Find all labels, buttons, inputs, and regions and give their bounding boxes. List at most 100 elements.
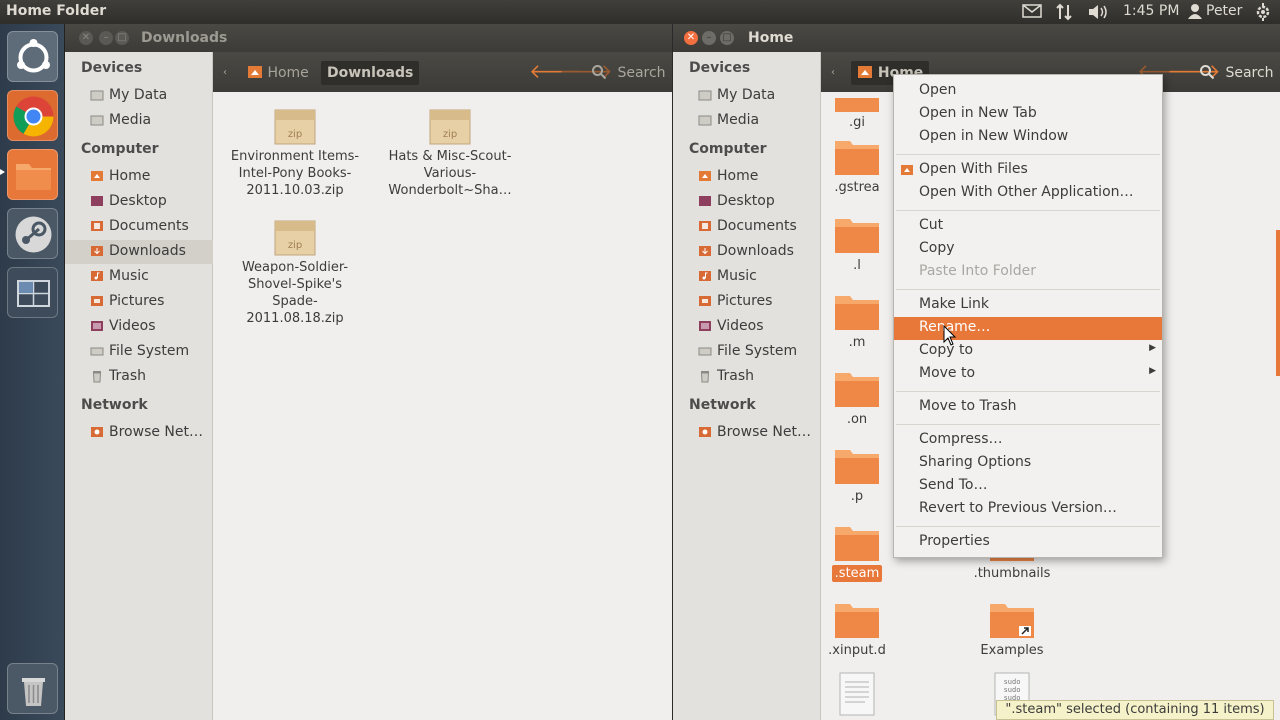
folder-icon	[835, 450, 879, 484]
menu-item-label: Cut	[919, 217, 944, 233]
sidebar-item-label: Trash	[109, 368, 146, 384]
menu-item-label: Move to Trash	[919, 398, 1017, 414]
menu-item-copy[interactable]: Copy	[894, 238, 1162, 261]
home-folder-icon	[91, 171, 103, 181]
drive-icon	[698, 115, 712, 126]
file-item[interactable]: zip Weapon-Soldier-Shovel-Spike's Spade-…	[225, 217, 365, 327]
menu-item-compress[interactable]: Compress…	[894, 429, 1162, 452]
user-name[interactable]: Peter	[1206, 3, 1242, 19]
window-titlebar[interactable]: ✕ – □ Home	[673, 24, 1280, 52]
launcher	[0, 24, 65, 720]
sidebar-item-label: Documents	[717, 218, 797, 234]
sidebar-item-downloads[interactable]: Downloads	[65, 240, 213, 264]
sidebar-item-desktop[interactable]: Desktop	[65, 190, 213, 214]
close-icon[interactable]: ✕	[684, 31, 698, 45]
menu-item-revert-version[interactable]: Revert to Previous Version…	[894, 498, 1162, 521]
menu-item-label: Open With Files	[919, 161, 1028, 177]
maximize-icon[interactable]: □	[115, 31, 129, 45]
svg-text:sudo: sudo	[1004, 678, 1021, 686]
menu-item-properties[interactable]: Properties	[894, 531, 1162, 554]
minimize-icon[interactable]: –	[702, 31, 716, 45]
window-titlebar[interactable]: ✕ – □ Downloads	[65, 24, 672, 52]
crumb-scroll-left-icon[interactable]: ‹	[831, 61, 835, 85]
menu-item-move-to[interactable]: Move to ▶	[894, 363, 1162, 386]
menu-item-make-link[interactable]: Make Link	[894, 294, 1162, 317]
folder-item[interactable]: .xinput.d	[787, 600, 927, 659]
downloads-folder-icon	[699, 246, 711, 256]
file-item[interactable]: zip Hats & Misc-Scout-Various-Wonderbolt…	[380, 106, 520, 199]
pictures-folder-icon	[91, 296, 103, 306]
workspace-switcher-icon[interactable]	[7, 267, 58, 318]
sidebar-item-my-data[interactable]: My Data	[65, 84, 213, 108]
ubuntu-dash-icon[interactable]	[7, 31, 58, 82]
close-icon[interactable]: ✕	[79, 31, 93, 45]
sidebar-item-documents[interactable]: Documents	[65, 215, 213, 239]
top-panel: Home Folder 1:45 PM Peter	[0, 0, 1280, 24]
menu-item-label: Make Link	[919, 296, 989, 312]
menu-item-sharing-options[interactable]: Sharing Options	[894, 452, 1162, 475]
trash-icon[interactable]	[7, 663, 58, 714]
breadcrumb-home[interactable]: Home	[247, 61, 309, 85]
menu-item-move-to-trash[interactable]: Move to Trash	[894, 396, 1162, 419]
menu-item-send-to[interactable]: Send To…	[894, 475, 1162, 498]
file-name: .steam	[831, 565, 883, 582]
folder-item[interactable]: Examples	[942, 600, 1082, 659]
menu-item-copy-to[interactable]: Copy to ▶	[894, 340, 1162, 363]
places-sidebar: Devices My Data Media Computer Home Desk…	[65, 52, 213, 720]
files-icon[interactable]	[7, 149, 58, 200]
sidebar-item-pictures[interactable]: Pictures	[65, 290, 213, 314]
minimize-icon[interactable]: –	[99, 31, 113, 45]
menu-item-open-with-other[interactable]: Open With Other Application…	[894, 182, 1162, 205]
home-folder-icon	[699, 171, 711, 181]
menu-item-label: Open With Other Application…	[919, 184, 1134, 200]
sidebar-item-label: Media	[109, 112, 152, 128]
sidebar-item-label: Desktop	[109, 193, 167, 209]
mail-icon[interactable]	[1022, 3, 1042, 23]
sidebar-item-media[interactable]: Media	[65, 109, 213, 133]
file-view[interactable]: zip Environment Items-Intel-Pony Books-2…	[213, 92, 672, 720]
sidebar-item-videos[interactable]: Videos	[65, 315, 213, 339]
menu-item-label: Open in New Tab	[919, 105, 1037, 121]
menu-item-open-new-window[interactable]: Open in New Window	[894, 126, 1162, 149]
network-icon[interactable]	[1055, 3, 1073, 25]
menu-item-open-with-files[interactable]: Open With Files	[894, 159, 1162, 182]
breadcrumb-downloads[interactable]: Downloads	[321, 61, 420, 85]
menu-item-open-new-tab[interactable]: Open in New Tab	[894, 103, 1162, 126]
search-button[interactable]: Search	[1199, 61, 1274, 85]
sidebar-item-label: Documents	[109, 218, 189, 234]
file-item[interactable]: zip Environment Items-Intel-Pony Books-2…	[225, 106, 365, 199]
sidebar-item-home[interactable]: Home	[65, 165, 213, 189]
steam-icon[interactable]	[7, 208, 58, 259]
menu-item-label: Revert to Previous Version…	[919, 500, 1117, 516]
sidebar-item-music[interactable]: Music	[65, 265, 213, 289]
active-app-indicator	[0, 169, 5, 175]
sidebar-item-label: My Data	[717, 87, 776, 103]
clock-label[interactable]: 1:45 PM	[1123, 3, 1179, 19]
sidebar-item-label: Media	[717, 112, 760, 128]
sidebar-item-label: File System	[717, 343, 798, 359]
menu-item-rename[interactable]: Rename…	[894, 317, 1162, 340]
sidebar-item-file-system[interactable]: File System	[65, 340, 213, 364]
sidebar-item-label: Trash	[717, 368, 754, 384]
crumb-scroll-left-icon[interactable]: ‹	[223, 61, 227, 85]
search-label: Search	[1225, 65, 1274, 81]
folder-icon	[835, 373, 879, 407]
search-button[interactable]: Search	[591, 61, 666, 85]
link-folder-icon	[990, 604, 1034, 638]
sidebar-item-label: Home	[717, 168, 759, 184]
menu-item-cut[interactable]: Cut	[894, 215, 1162, 238]
sidebar-item-browse-network[interactable]: Browse Net…	[65, 421, 213, 445]
submenu-arrow-icon: ▶	[1149, 343, 1156, 353]
gear-icon[interactable]	[1254, 3, 1272, 25]
maximize-icon[interactable]: □	[720, 31, 734, 45]
scrollbar-thumb[interactable]	[1276, 230, 1280, 376]
menu-separator	[896, 210, 1160, 211]
sidebar-item-trash[interactable]: Trash	[65, 365, 213, 389]
file-system-icon	[698, 347, 712, 356]
volume-icon[interactable]	[1087, 3, 1109, 25]
computer-heading: Computer	[81, 141, 159, 157]
chrome-icon[interactable]	[7, 90, 58, 141]
menu-item-open[interactable]: Open	[894, 80, 1162, 103]
file-item[interactable]	[787, 672, 927, 718]
user-icon[interactable]	[1188, 3, 1202, 23]
